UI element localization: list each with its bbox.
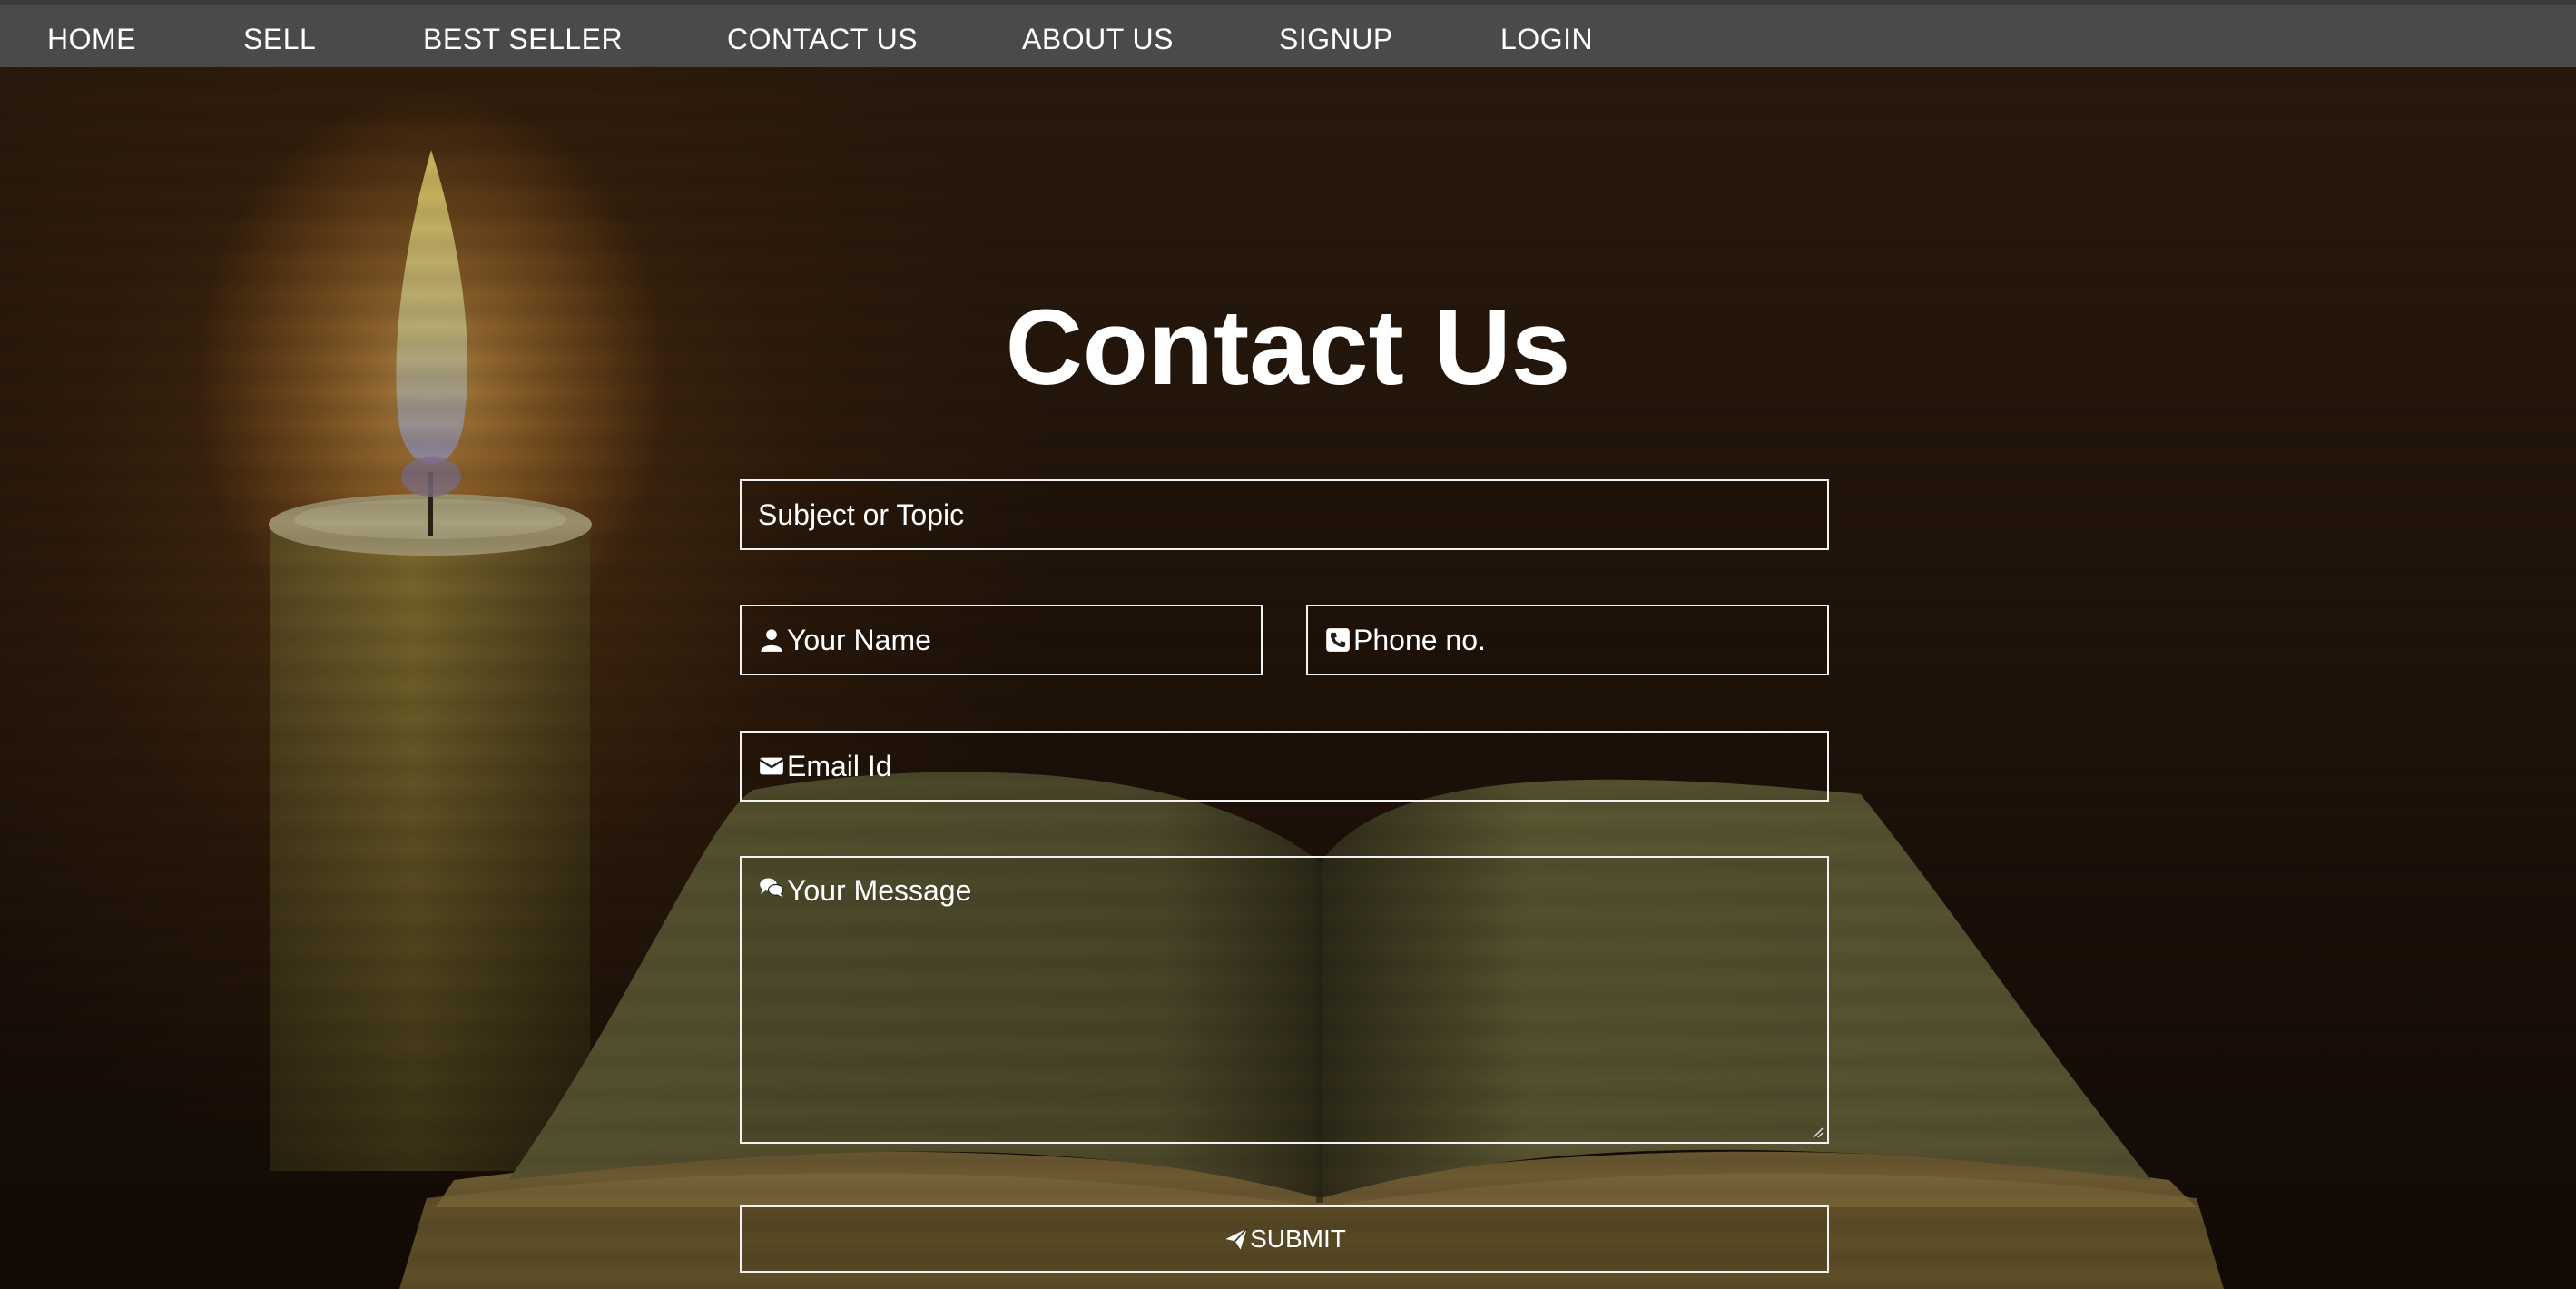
nav-item-signup[interactable]: SIGNUP [1279,16,1393,62]
subject-input[interactable]: Subject or Topic [740,479,1829,550]
submit-label: SUBMIT [1250,1225,1346,1253]
resize-grip-icon[interactable] [1811,1126,1824,1138]
name-placeholder: Your Name [787,623,931,656]
message-textarea[interactable]: Your Message [740,856,1829,1144]
chat-bubbles-icon [758,874,785,901]
phone-input[interactable]: Phone no. [1306,605,1829,675]
message-placeholder: Your Message [787,874,972,907]
email-input[interactable]: Email Id [740,731,1829,802]
nav-item-home[interactable]: HOME [47,16,136,62]
subject-placeholder: Subject or Topic [758,497,965,531]
phone-placeholder: Phone no. [1353,623,1486,656]
submit-button[interactable]: SUBMIT [740,1205,1829,1273]
top-nav-bar: HOME SELL BEST SELLER CONTACT US ABOUT U… [0,0,2576,67]
nav-item-best-seller[interactable]: BEST SELLER [423,16,623,62]
name-input[interactable]: Your Name [740,605,1263,675]
nav-item-login[interactable]: LOGIN [1500,16,1593,62]
email-placeholder: Email Id [787,749,892,782]
user-icon [758,626,785,654]
nav-item-contact-us[interactable]: CONTACT US [727,16,918,62]
envelope-icon [758,753,785,780]
phone-icon [1324,626,1352,654]
nav-item-sell[interactable]: SELL [243,16,316,62]
paper-plane-icon [1223,1225,1250,1253]
nav-item-about-us[interactable]: ABOUT US [1022,16,1174,62]
page-title: Contact Us [1005,288,1571,408]
